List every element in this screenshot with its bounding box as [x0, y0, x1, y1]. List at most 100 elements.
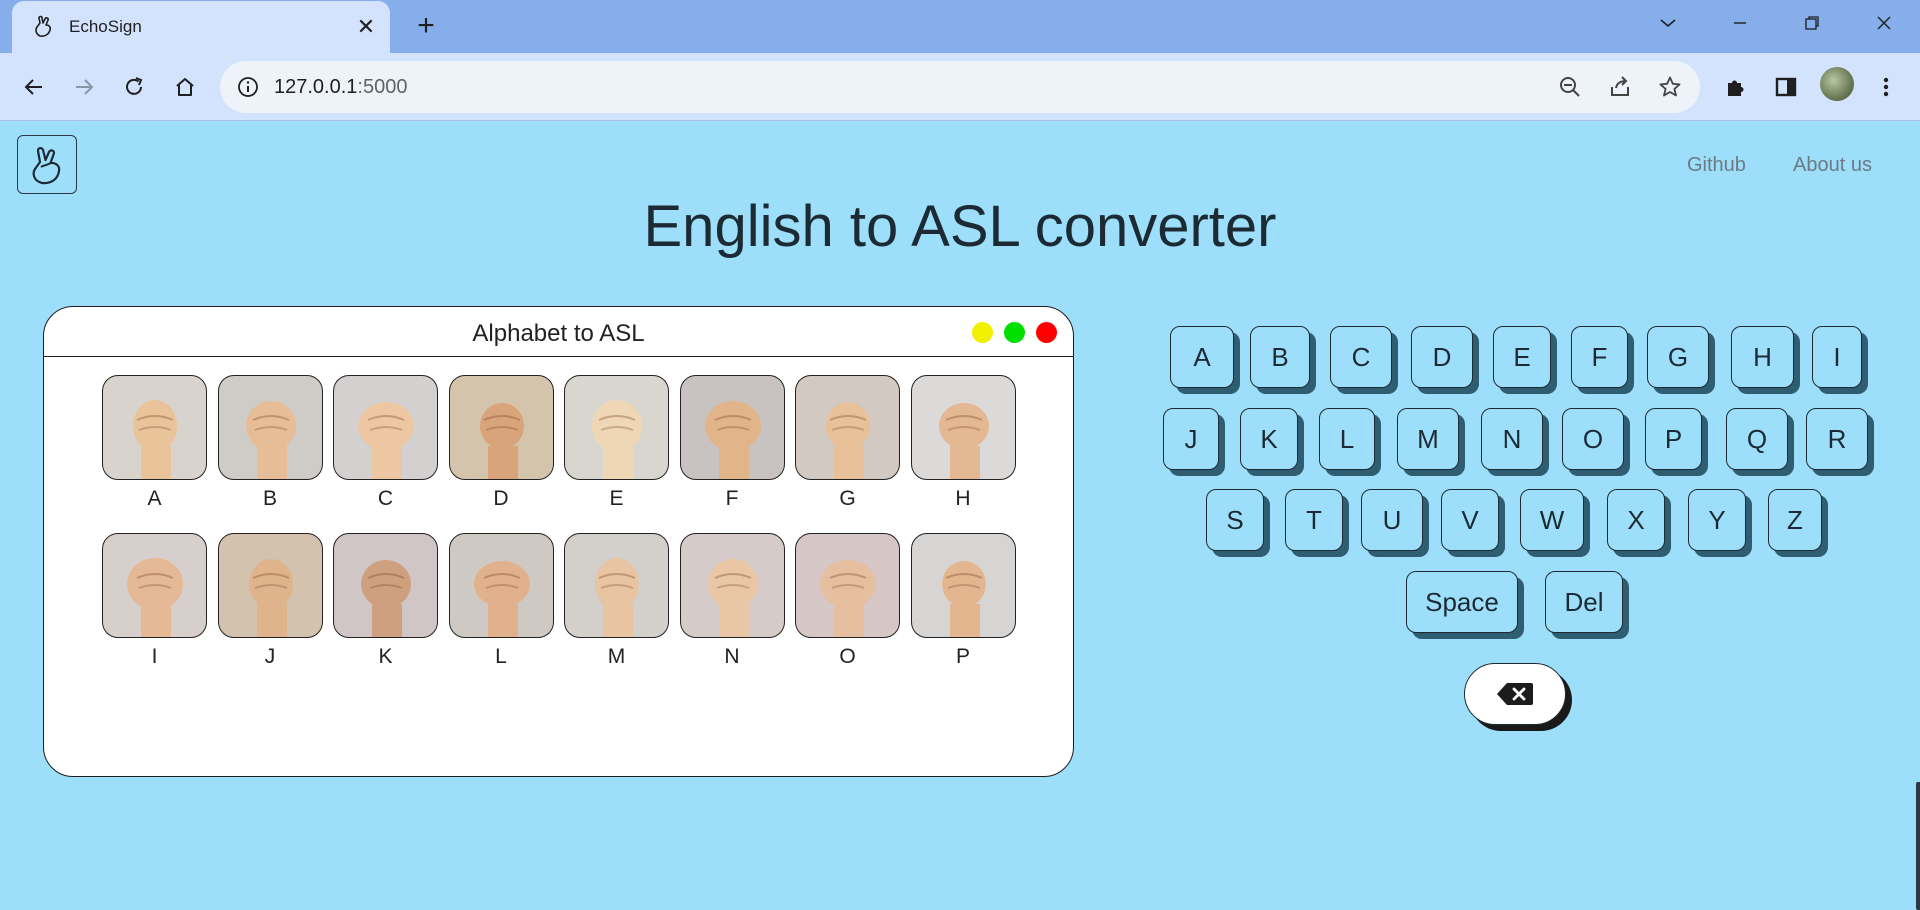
key-m[interactable]: M — [1397, 408, 1459, 470]
key-v[interactable]: V — [1441, 489, 1499, 551]
asl-card-d[interactable]: D — [448, 375, 555, 515]
asl-card-label: F — [725, 487, 739, 510]
asl-hand-image — [910, 375, 1016, 480]
asl-card-a[interactable]: A — [102, 375, 208, 515]
key-w[interactable]: W — [1520, 489, 1584, 551]
asl-card-b[interactable]: B — [217, 375, 324, 515]
asl-card-label: A — [147, 487, 162, 510]
key-q[interactable]: Q — [1726, 408, 1788, 470]
key-b[interactable]: B — [1250, 326, 1310, 388]
key-l[interactable]: L — [1319, 408, 1375, 470]
asl-card-f[interactable]: F — [679, 375, 786, 515]
red-dot-icon[interactable] — [1036, 322, 1057, 343]
close-window-icon[interactable] — [1866, 8, 1902, 38]
key-c[interactable]: C — [1330, 326, 1392, 388]
key-a[interactable]: A — [1170, 326, 1234, 388]
asl-card-label: E — [609, 487, 624, 510]
key-y[interactable]: Y — [1688, 489, 1746, 551]
url-port: :5000 — [357, 76, 408, 98]
asl-card-g[interactable]: G — [795, 375, 901, 515]
key-del[interactable]: Del — [1545, 571, 1623, 633]
key-s[interactable]: S — [1206, 489, 1264, 551]
alphabet-panel: Alphabet to ASL A B C D E F G H I J K L M N O P — [43, 306, 1074, 777]
key-p[interactable]: P — [1645, 408, 1702, 470]
page-content: Github About us English to ASL converter… — [0, 121, 1920, 910]
asl-hand-image — [679, 375, 785, 480]
asl-hand-image — [102, 533, 207, 638]
asl-card-c[interactable]: C — [333, 375, 439, 515]
asl-card-label: G — [839, 487, 856, 510]
key-x[interactable]: X — [1607, 489, 1665, 551]
site-info-icon[interactable] — [236, 75, 260, 99]
asl-card-label: H — [955, 487, 971, 510]
backspace-button[interactable] — [1464, 663, 1566, 725]
asl-card-n[interactable]: N — [679, 533, 786, 673]
asl-hand-image — [448, 533, 554, 638]
forward-icon[interactable] — [68, 71, 100, 103]
tab-title: EchoSign — [69, 17, 142, 36]
asl-hand-image — [795, 375, 900, 480]
key-g[interactable]: G — [1647, 326, 1709, 388]
backspace-icon — [1497, 683, 1533, 705]
asl-hand-image — [564, 533, 669, 638]
browser-tab-strip: EchoSign ✕ + — [0, 0, 1920, 53]
zoom-out-icon[interactable] — [1556, 73, 1584, 101]
close-tab-icon[interactable]: ✕ — [352, 13, 380, 41]
asl-card-o[interactable]: O — [795, 533, 901, 673]
echosign-logo-icon[interactable] — [17, 135, 77, 194]
key-d[interactable]: D — [1411, 326, 1473, 388]
page-title: English to ASL converter — [643, 194, 1277, 259]
asl-hand-image — [217, 375, 323, 480]
asl-card-label: M — [607, 645, 626, 668]
yellow-dot-icon[interactable] — [972, 322, 993, 343]
asl-card-e[interactable]: E — [564, 375, 670, 515]
asl-card-label: N — [724, 645, 740, 668]
url-host: 127.0.0.1 — [274, 76, 358, 98]
asl-card-j[interactable]: J — [217, 533, 324, 673]
asl-card-m[interactable]: M — [564, 533, 670, 673]
asl-card-h[interactable]: H — [910, 375, 1017, 515]
key-r[interactable]: R — [1806, 408, 1868, 470]
key-t[interactable]: T — [1285, 489, 1343, 551]
more-menu-icon[interactable] — [1870, 71, 1902, 103]
asl-hand-image — [795, 533, 900, 638]
minimize-icon[interactable] — [1722, 8, 1758, 38]
key-o[interactable]: O — [1562, 408, 1624, 470]
green-dot-icon[interactable] — [1004, 322, 1025, 343]
bookmark-star-icon[interactable] — [1656, 73, 1684, 101]
asl-card-label: L — [495, 645, 507, 668]
key-i[interactable]: I — [1812, 326, 1862, 388]
reload-icon[interactable] — [118, 71, 150, 103]
nav-github-link[interactable]: Github — [1687, 154, 1746, 177]
nav-about-link[interactable]: About us — [1793, 154, 1872, 177]
side-panel-icon[interactable] — [1770, 71, 1802, 103]
key-z[interactable]: Z — [1768, 489, 1822, 551]
profile-avatar[interactable] — [1820, 67, 1854, 101]
asl-card-l[interactable]: L — [448, 533, 555, 673]
asl-card-k[interactable]: K — [333, 533, 439, 673]
url-text[interactable]: 127.0.0.1:5000 — [274, 76, 407, 99]
asl-card-label: K — [378, 645, 393, 668]
key-space[interactable]: Space — [1406, 571, 1518, 633]
asl-card-i[interactable]: I — [102, 533, 208, 673]
key-k[interactable]: K — [1240, 408, 1298, 470]
key-h[interactable]: H — [1731, 326, 1794, 388]
back-icon[interactable] — [18, 71, 50, 103]
key-e[interactable]: E — [1493, 326, 1551, 388]
home-icon[interactable] — [169, 71, 201, 103]
asl-card-label: D — [493, 487, 509, 510]
panel-title: Alphabet to ASL — [472, 320, 645, 347]
restore-window-icon[interactable] — [1794, 8, 1830, 38]
key-n[interactable]: N — [1481, 408, 1543, 470]
browser-tab[interactable]: EchoSign ✕ — [12, 1, 390, 53]
key-u[interactable]: U — [1361, 489, 1423, 551]
extensions-icon[interactable] — [1720, 71, 1752, 103]
tab-search-chevron-icon[interactable] — [1650, 8, 1686, 38]
key-j[interactable]: J — [1163, 408, 1219, 470]
asl-card-p[interactable]: P — [910, 533, 1017, 673]
new-tab-icon[interactable]: + — [410, 9, 442, 42]
address-bar[interactable]: 127.0.0.1:5000 — [220, 61, 1700, 113]
scrollbar[interactable] — [1916, 782, 1920, 910]
share-icon[interactable] — [1606, 73, 1634, 101]
key-f[interactable]: F — [1571, 326, 1628, 388]
